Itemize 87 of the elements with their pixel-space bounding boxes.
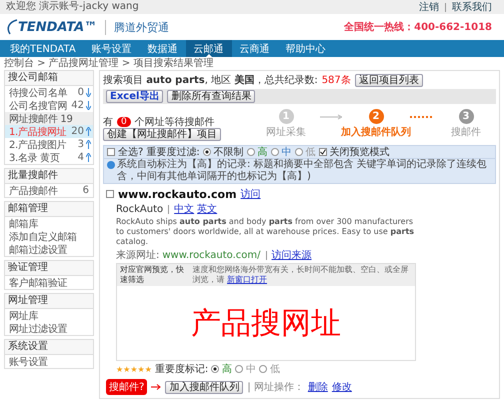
item-count: 6 bbox=[82, 185, 89, 196]
radio-button[interactable] bbox=[270, 148, 279, 156]
radio-label: 不限制 bbox=[214, 146, 244, 159]
radio-label: 低 bbox=[270, 363, 280, 376]
waiting-text: 个网址等待搜邮件 bbox=[134, 116, 215, 128]
search-summary: 搜索项目 auto parts, 地区 美国，总共纪录数: bbox=[103, 73, 318, 87]
overlay-caption: 产品搜网址 bbox=[191, 304, 341, 342]
source-url: www.rockauto.com/ bbox=[162, 250, 261, 260]
select-all-label: 全选? bbox=[118, 146, 144, 158]
nav-tab[interactable]: 云商通 bbox=[232, 40, 278, 57]
breadcrumb: 控制台 > 产品搜网址管理 > 项目搜索结果管理 bbox=[3, 57, 214, 70]
star-rating: ★★★★★ bbox=[116, 364, 152, 374]
radio-button[interactable] bbox=[211, 365, 220, 373]
radio-label: 高 bbox=[222, 362, 232, 376]
logo-text: TENDATA™ bbox=[18, 20, 98, 34]
operations-label: | 网址操作： bbox=[247, 380, 304, 394]
preview-hint: 速度和您网络海外带宽有关，长时间不能加载、空白、或全屏浏览，请 新窗口打开 bbox=[192, 265, 410, 285]
sidebar-item[interactable]: 1.产品搜网址 20 bbox=[5, 125, 93, 138]
step-number: 3 bbox=[458, 109, 474, 124]
language-link[interactable]: 中文 bbox=[174, 202, 194, 216]
operation-link[interactable]: 修改 bbox=[332, 380, 352, 394]
arrow-icon bbox=[151, 384, 162, 390]
back-to-list-button[interactable]: 返回项目列表 bbox=[354, 74, 423, 86]
sidebar-group-title: 验证管理 bbox=[5, 261, 93, 276]
sidebar-group-title: 系统设置 bbox=[5, 340, 93, 355]
sidebar-group-title: 搜公司邮箱 bbox=[5, 71, 93, 86]
item-count: 3 bbox=[78, 139, 84, 150]
radio-button[interactable] bbox=[259, 365, 268, 373]
action-button[interactable]: 删除所有查询结果 bbox=[167, 90, 256, 103]
nav-tab[interactable]: 数据通 bbox=[140, 40, 186, 57]
radio-button[interactable] bbox=[202, 148, 211, 156]
step-label: 搜邮件 bbox=[451, 126, 481, 139]
radio-button[interactable] bbox=[246, 148, 255, 156]
swoosh-logo-icon bbox=[6, 18, 18, 36]
checkbox[interactable] bbox=[107, 148, 115, 156]
checkbox[interactable] bbox=[318, 148, 327, 156]
sidebar-subheader[interactable]: 网址搜邮件 19 bbox=[5, 112, 93, 125]
item-count: 0 bbox=[78, 87, 84, 98]
filter-label: 重要度过滤: bbox=[146, 146, 200, 158]
new-window-link[interactable]: 新窗口打开 bbox=[227, 275, 268, 284]
preview-off-label: 关闭预览模式 bbox=[330, 146, 390, 158]
header-link[interactable]: 联系我们 bbox=[452, 0, 492, 14]
action-button[interactable]: Excel导出 bbox=[106, 90, 164, 103]
nav-tab[interactable]: 帮助中心 bbox=[278, 40, 334, 57]
site-name: RockAuto bbox=[116, 204, 164, 214]
waiting-prefix: 有 bbox=[103, 116, 113, 129]
step-number: 2 bbox=[368, 109, 384, 124]
radio-label: 低 bbox=[306, 146, 316, 158]
sidebar-group-title: 网址管理 bbox=[5, 294, 93, 309]
nav-tab[interactable]: 账号设置 bbox=[84, 40, 140, 57]
item-count: 42 bbox=[71, 100, 84, 111]
nav-tab[interactable]: 云邮通 bbox=[186, 40, 232, 57]
header-link[interactable]: 注销 bbox=[419, 0, 439, 14]
item-count: 20 bbox=[71, 126, 84, 137]
checkbox[interactable] bbox=[106, 190, 114, 198]
visit-link[interactable]: 访问 bbox=[240, 187, 261, 201]
operation-link[interactable]: 删除 bbox=[308, 380, 328, 394]
source-link[interactable]: 访问来源 bbox=[272, 248, 312, 262]
site-description: RockAuto ships auto parts and body parts from over 300 manufacturers to customers' doors worldwide, all at warehouse prices. Easy to use parts catalog. bbox=[116, 217, 416, 247]
radio-button[interactable] bbox=[294, 148, 303, 156]
result-url: www.rockauto.com bbox=[118, 188, 237, 200]
dotted-connector-icon bbox=[410, 116, 432, 118]
step-label: 网址采集 bbox=[266, 126, 306, 139]
radio-button[interactable] bbox=[235, 365, 244, 373]
notice-text: 系统自动标注为【高】的记录: 标题和摘要中全部包含 关键字单词的记录除了连续包含，中间有其他单词隔开的也标记为【高】) bbox=[117, 159, 488, 183]
add-to-queue-button[interactable]: 加入搜邮件队列 bbox=[165, 380, 244, 394]
nav-tab[interactable]: 我的TENDATA bbox=[2, 40, 84, 57]
importance-label: 重要度标记: bbox=[154, 362, 208, 376]
record-count: 587条 bbox=[322, 74, 351, 87]
source-label: 来源网址: bbox=[116, 248, 160, 262]
radio-label: 中 bbox=[282, 146, 292, 158]
create-project-button[interactable]: 创建【网址搜邮件】项目 bbox=[103, 128, 221, 141]
sidebar-group-title: 邮箱管理 bbox=[5, 202, 93, 217]
hotline-text: 全国统一热线：400-662-1018 bbox=[344, 20, 492, 34]
sidebar-group-title: 批量搜邮件 bbox=[5, 169, 93, 184]
search-email-button[interactable]: 搜邮件? bbox=[106, 379, 148, 395]
radio-label: 中 bbox=[246, 362, 256, 376]
product-name: 腾道外贸通 bbox=[105, 20, 170, 34]
preview-title: 对应官网预览，快速筛选 bbox=[120, 265, 185, 285]
radio-label: 高 bbox=[258, 146, 268, 158]
arrow-connector-icon bbox=[320, 114, 342, 120]
item-count: 4 bbox=[78, 152, 84, 163]
waiting-count-badge: 0 bbox=[117, 117, 131, 127]
info-icon bbox=[107, 161, 115, 169]
language-link[interactable]: 英文 bbox=[197, 202, 218, 216]
step-label: 加入搜邮件队列 bbox=[341, 126, 411, 139]
welcome-text: 欢迎您 演示账号-jacky wang bbox=[6, 1, 139, 13]
